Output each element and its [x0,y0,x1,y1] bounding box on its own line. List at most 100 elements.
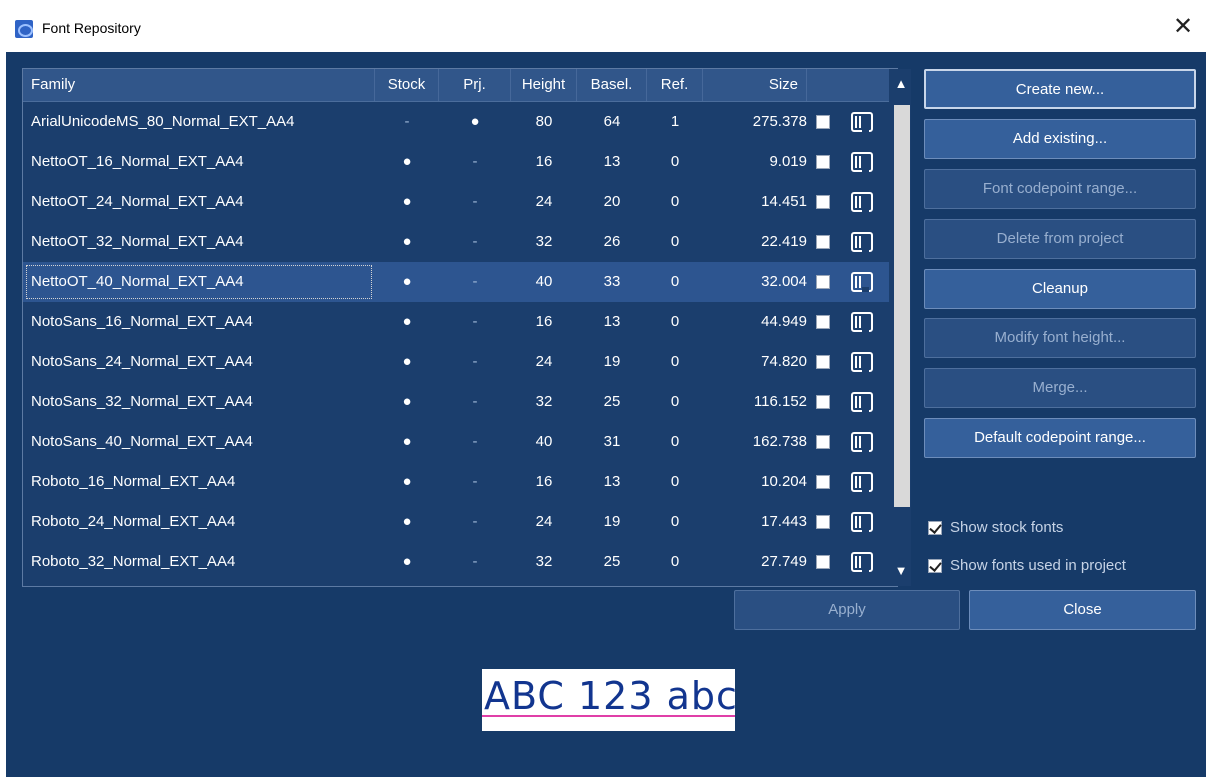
table-row[interactable]: NettoOT_24_Normal_EXT_AA4 ● - 24 20 0 14.451 [23,182,889,222]
height-cell: 32 [535,553,553,570]
merge-button[interactable]: Merge... [924,368,1196,408]
table-row[interactable]: Roboto_24_Normal_EXT_AA4 ● - 24 19 0 17.443 [23,502,889,542]
sd-card-icon[interactable] [851,552,873,572]
sd-card-icon[interactable] [851,112,873,132]
scrollbar-thumb[interactable] [894,105,910,507]
show-fonts-used-in-project-label: Show fonts used in project [950,557,1126,574]
sd-card-icon[interactable] [851,272,873,292]
table-row[interactable]: NotoSans_16_Normal_EXT_AA4 ● - 16 13 0 44.949 [23,302,889,342]
delete-from-project-button[interactable]: Delete from project [924,219,1196,259]
show-stock-fonts-checkbox[interactable] [928,521,942,536]
table-row[interactable]: Roboto_16_Normal_EXT_AA4 ● - 16 13 0 10.204 [23,462,889,502]
close-button[interactable]: Close [969,590,1196,630]
sd-card-icon[interactable] [851,312,873,332]
references-cell: 0 [670,153,680,170]
size-cell: 10.204 [761,473,807,490]
references-cell: 0 [670,273,680,290]
baseline-cell: 19 [603,353,621,370]
table-row[interactable]: NotoSans_32_Normal_EXT_AA4 ● - 32 25 0 116.152 [23,382,889,422]
baseline-cell: 64 [603,113,621,130]
cleanup-button[interactable]: Cleanup [924,269,1196,309]
scroll-up-arrow-icon[interactable]: ▲ [891,73,911,95]
height-cell: 24 [535,193,553,210]
baseline-cell: 25 [603,553,621,570]
column-header-height[interactable]: Height [511,69,577,101]
table-row[interactable]: NotoSans_24_Normal_EXT_AA4 ● - 24 19 0 74.820 [23,342,889,382]
height-cell: 16 [535,153,553,170]
create-new-button[interactable]: Create new... [924,69,1196,109]
table-row[interactable]: ArialUnicodeMS_80_Normal_EXT_AA4 - ● 80 64 1 2… [23,102,889,142]
references-cell: 0 [670,313,680,330]
font-table: Family Stock Prj. Height Basel. Ref. Siz… [22,68,911,587]
row-checkbox[interactable] [816,315,830,329]
row-checkbox[interactable] [816,515,830,529]
sd-card-icon[interactable] [851,432,873,452]
row-checkbox[interactable] [816,475,830,489]
row-checkbox[interactable] [816,115,830,129]
project-cell: - [472,393,478,410]
font-repository-app-icon [15,20,33,38]
project-cell: - [472,473,478,490]
row-checkbox[interactable] [816,355,830,369]
apply-button[interactable]: Apply [734,590,960,630]
row-checkbox[interactable] [816,195,830,209]
column-header-ref[interactable]: Ref. [647,69,703,101]
row-checkbox[interactable] [816,235,830,249]
table-row[interactable]: NettoOT_32_Normal_EXT_AA4 ● - 32 26 0 22.419 [23,222,889,262]
references-cell: 0 [670,353,680,370]
show-stock-fonts-option[interactable]: Show stock fonts [928,516,1063,540]
size-cell: 162.738 [752,433,807,450]
column-header-basel[interactable]: Basel. [577,69,647,101]
show-fonts-used-in-project-option[interactable]: Show fonts used in project [928,554,1126,578]
preview-baseline [482,715,735,717]
show-fonts-used-in-project-checkbox[interactable] [928,559,942,574]
row-checkbox[interactable] [816,275,830,289]
baseline-cell: 13 [603,313,621,330]
table-row[interactable]: NotoSans_40_Normal_EXT_AA4 ● - 40 31 0 162.738 [23,422,889,462]
row-checkbox[interactable] [816,155,830,169]
family-cell: Roboto_32_Normal_EXT_AA4 [31,553,236,570]
table-row[interactable]: Roboto_32_Normal_EXT_AA4 ● - 32 25 0 27.749 [23,542,889,582]
font-codepoint-range-button[interactable]: Font codepoint range... [924,169,1196,209]
family-cell: Roboto_16_Normal_EXT_AA4 [31,473,236,490]
sd-card-icon[interactable] [851,192,873,212]
row-checkbox[interactable] [816,435,830,449]
stock-cell: ● [402,313,412,330]
sd-card-icon[interactable] [851,392,873,412]
column-header-prj[interactable]: Prj. [439,69,511,101]
stock-cell: ● [402,393,412,410]
sd-card-icon[interactable] [851,472,873,492]
sd-card-icon[interactable] [851,512,873,532]
table-row[interactable]: NettoOT_40_Normal_EXT_AA4 ● - 40 33 0 32.004 [23,262,889,302]
table-row[interactable]: NettoOT_16_Normal_EXT_AA4 ● - 16 13 0 9.019 [23,142,889,182]
project-cell: - [472,313,478,330]
default-codepoint-range-button[interactable]: Default codepoint range... [924,418,1196,458]
vertical-scrollbar[interactable]: ▲ ▼ [891,69,911,586]
size-cell: 32.004 [761,273,807,290]
project-cell: ● [470,113,480,130]
size-cell: 74.820 [761,353,807,370]
column-header-size[interactable]: Size [703,69,807,101]
modify-font-height-button[interactable]: Modify font height... [924,318,1196,358]
close-icon[interactable]: ✕ [1166,12,1200,42]
scroll-down-arrow-icon[interactable]: ▼ [891,560,911,582]
height-cell: 40 [535,433,553,450]
references-cell: 0 [670,433,680,450]
add-existing-button[interactable]: Add existing... [924,119,1196,159]
table-header: Family Stock Prj. Height Basel. Ref. Siz… [23,69,889,102]
stock-cell: - [404,113,410,130]
column-header-family[interactable]: Family [23,69,375,101]
sd-card-icon[interactable] [851,232,873,252]
project-cell: - [472,433,478,450]
sd-card-icon[interactable] [851,352,873,372]
row-checkbox[interactable] [816,395,830,409]
row-checkbox[interactable] [816,555,830,569]
sd-card-icon[interactable] [851,152,873,172]
family-cell: NotoSans_32_Normal_EXT_AA4 [31,393,253,410]
project-cell: - [472,193,478,210]
baseline-cell: 20 [603,193,621,210]
column-header-stock[interactable]: Stock [375,69,439,101]
family-cell: ArialUnicodeMS_80_Normal_EXT_AA4 [31,113,295,130]
window-title: Font Repository [42,20,141,36]
stock-cell: ● [402,233,412,250]
